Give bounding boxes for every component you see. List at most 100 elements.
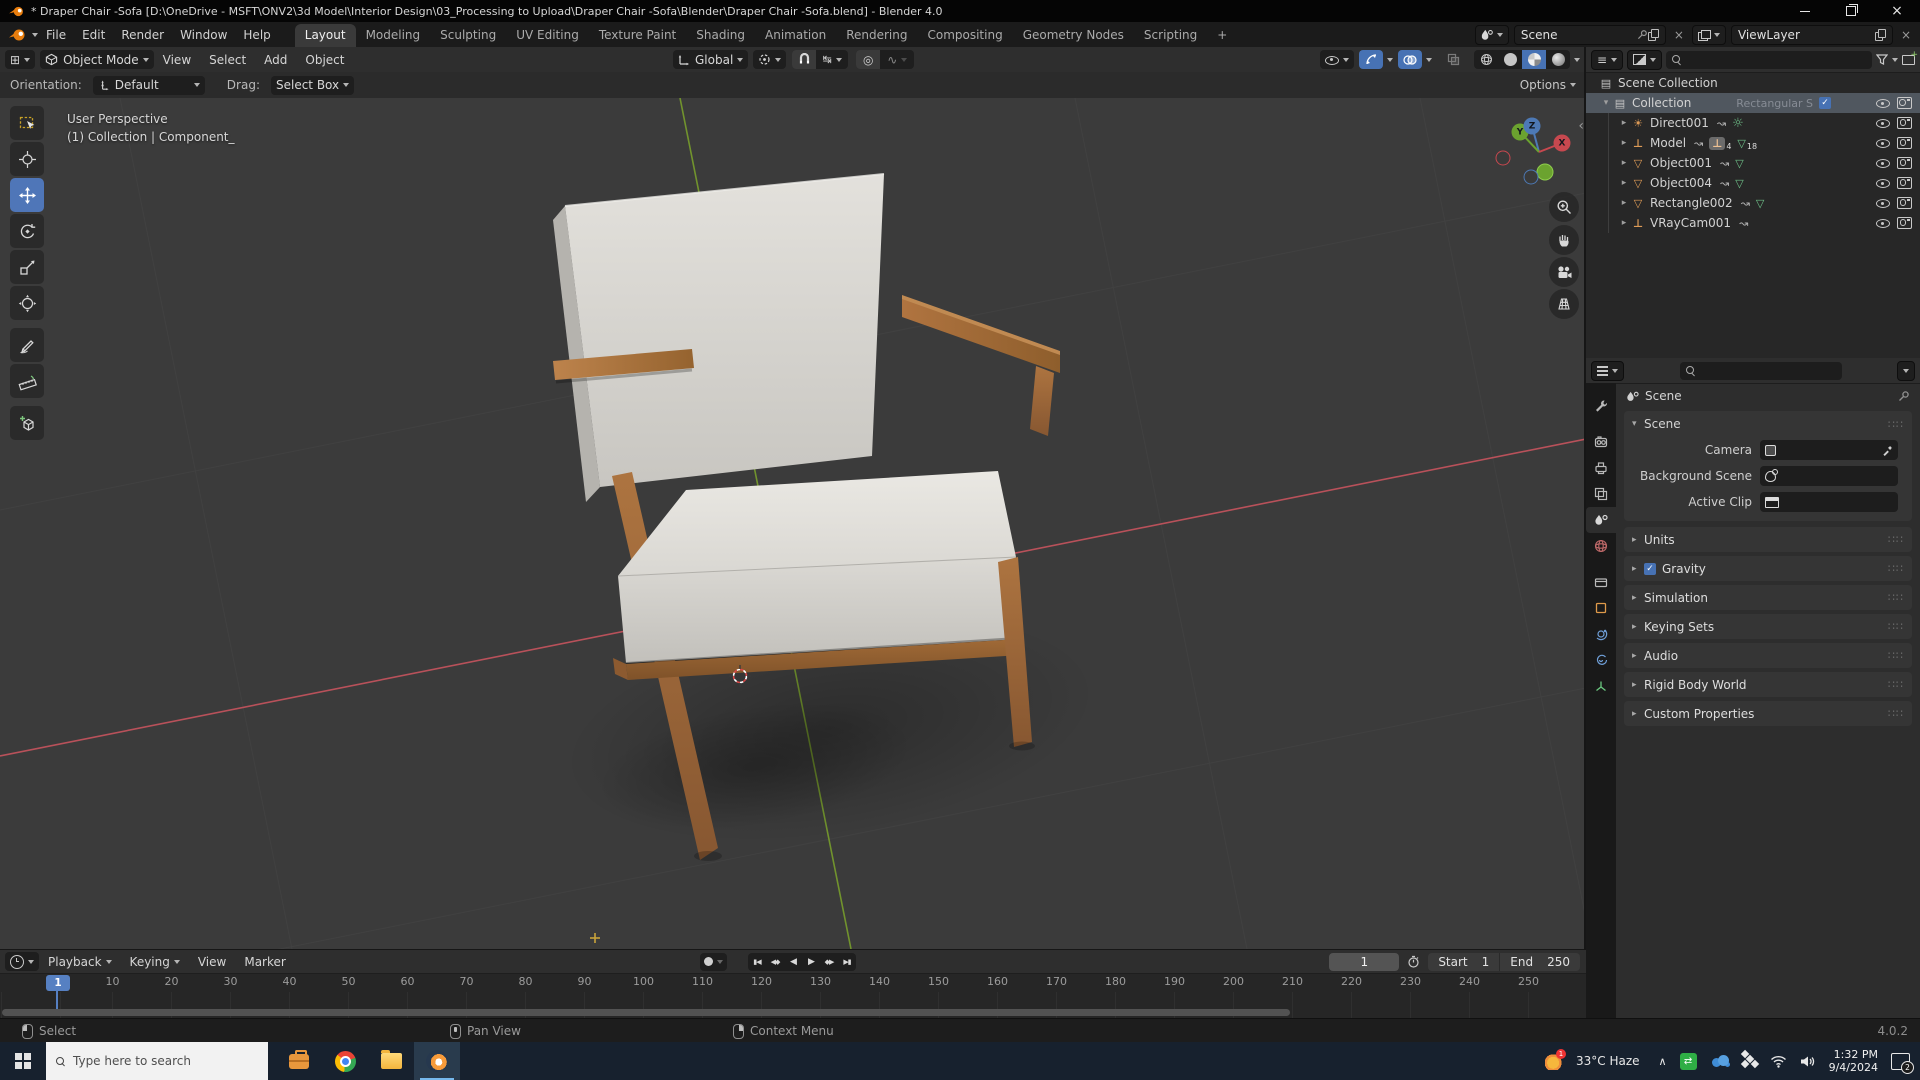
outliner-row[interactable]: ▸ VRayCam001 ↝ xyxy=(1586,213,1920,233)
properties-panel-header[interactable]: ▸ Keying Sets ∷∷ xyxy=(1624,614,1912,639)
properties-tab-scene[interactable] xyxy=(1586,507,1616,533)
falloff-dropdown[interactable]: ∿ xyxy=(880,50,914,69)
workspace-tab[interactable]: Layout xyxy=(294,24,356,47)
current-frame-field[interactable]: 1 xyxy=(1329,952,1400,971)
properties-panel-header[interactable]: ▸ Rigid Body World ∷∷ xyxy=(1624,672,1912,697)
weather-icon[interactable]: 1 xyxy=(1545,1049,1566,1070)
outliner-search-input[interactable] xyxy=(1666,50,1872,69)
disclosure-triangle-icon[interactable]: ▸ xyxy=(1618,138,1630,148)
menu-item[interactable]: File xyxy=(38,25,74,45)
workspace-tab[interactable]: Texture Paint xyxy=(589,24,686,47)
viewport-menu-item[interactable]: Add xyxy=(255,53,296,67)
properties-tab-physics[interactable] xyxy=(1586,621,1616,647)
navigation-gizmo[interactable]: Y Z X xyxy=(1488,110,1580,192)
properties-panel-header[interactable]: ▸ Simulation ∷∷ xyxy=(1624,585,1912,610)
hide-viewport-eye-icon[interactable] xyxy=(1876,157,1890,169)
start-button[interactable] xyxy=(0,1042,46,1080)
panel-drag-handle[interactable]: ∷∷ xyxy=(1888,620,1904,633)
panel-drag-handle[interactable]: ∷∷ xyxy=(1888,649,1904,662)
disclosure-triangle-icon[interactable]: ▸ xyxy=(1618,198,1630,208)
outliner-row[interactable]: ▸ Rectangle002 ↝ xyxy=(1586,193,1920,213)
remove-view-layer-icon[interactable]: × xyxy=(1898,29,1914,41)
workspace-tab[interactable]: Sculpting xyxy=(430,24,506,47)
pan-button[interactable] xyxy=(1549,225,1579,255)
hide-viewport-eye-icon[interactable] xyxy=(1876,197,1890,209)
viewport-menu-item[interactable]: Object xyxy=(296,53,353,67)
copy-icon[interactable] xyxy=(1874,28,1886,41)
panel-drag-handle[interactable]: ∷∷ xyxy=(1888,533,1904,546)
panel-checkbox[interactable]: ✓ xyxy=(1644,562,1656,575)
disclosure-triangle-icon[interactable]: ▸ xyxy=(1618,158,1630,168)
editor-type-button[interactable]: ⊞ xyxy=(5,50,36,69)
shading-material-button[interactable] xyxy=(1522,50,1546,69)
tool-annotate[interactable] xyxy=(10,328,44,362)
stopwatch-icon[interactable] xyxy=(1407,955,1420,968)
timeline-editor-type[interactable] xyxy=(5,952,39,971)
camera-view-button[interactable] xyxy=(1549,257,1579,287)
properties-search-input[interactable] xyxy=(1679,361,1842,380)
hide-viewport-eye-icon[interactable] xyxy=(1876,217,1890,229)
taskbar-app-blender[interactable] xyxy=(414,1042,460,1080)
properties-panel-header[interactable]: ▸ ✓ Gravity ∷∷ xyxy=(1624,556,1912,581)
3d-viewport[interactable]: User Perspective (1) Collection | Compon… xyxy=(0,98,1586,949)
properties-tab-world[interactable] xyxy=(1586,533,1616,559)
properties-tab-view-layer[interactable] xyxy=(1586,481,1616,507)
taskbar-app-chrome[interactable] xyxy=(322,1042,368,1080)
xray-toggle[interactable] xyxy=(1441,50,1465,69)
property-field[interactable] xyxy=(1760,492,1898,512)
start-frame-field[interactable]: Start 1 xyxy=(1428,955,1499,969)
hide-viewport-eye-icon[interactable] xyxy=(1876,137,1890,149)
outliner-row[interactable]: Scene Collection xyxy=(1586,73,1920,93)
frame-ruler[interactable]: 10 20 30 40 50 60 70 80 90 100 110 120 130 140 150 160 1… xyxy=(83,973,1558,992)
minimize-button[interactable] xyxy=(1782,0,1828,22)
transport-button[interactable] xyxy=(820,953,838,971)
transport-button[interactable] xyxy=(748,953,766,971)
outliner-row[interactable]: ▸ Direct001 ↝ xyxy=(1586,113,1920,133)
disable-render-camera-icon[interactable] xyxy=(1897,137,1912,149)
panel-drag-handle[interactable]: ∷∷ xyxy=(1888,562,1904,575)
outliner-row[interactable]: ▸ Object004 ↝ xyxy=(1586,173,1920,193)
transport-button[interactable] xyxy=(838,953,856,971)
properties-panel-header[interactable]: ▸ Custom Properties ∷∷ xyxy=(1624,701,1912,726)
properties-tab-render[interactable] xyxy=(1586,429,1616,455)
playhead[interactable]: 1 xyxy=(46,975,70,991)
taskbar-app-briefcase[interactable] xyxy=(276,1042,322,1080)
gizmo-z-axis[interactable]: Z xyxy=(1523,117,1541,135)
timeline-menu-item[interactable]: Marker xyxy=(235,955,294,969)
overlays-toggle[interactable] xyxy=(1398,50,1422,69)
outliner-filter-dropdown[interactable] xyxy=(1876,54,1898,65)
disclosure-triangle-icon[interactable]: ▸ xyxy=(1618,218,1630,228)
eyedropper-icon[interactable] xyxy=(1882,445,1893,456)
viewport-menu-item[interactable]: View xyxy=(154,53,200,67)
hide-viewport-eye-icon[interactable] xyxy=(1876,117,1890,129)
panel-drag-handle[interactable]: ∷∷ xyxy=(1888,591,1904,604)
auto-key-button[interactable] xyxy=(700,952,727,971)
outliner-row[interactable]: ▾ Collection Rectangular S ✓ xyxy=(1586,93,1920,113)
gizmos-toggle[interactable] xyxy=(1359,50,1383,69)
outliner-display-mode[interactable]: ≡ xyxy=(1591,49,1624,70)
properties-panel-header[interactable]: ▸ Units ∷∷ xyxy=(1624,527,1912,552)
workspace-tab[interactable]: Modeling xyxy=(356,24,431,47)
onedrive-icon[interactable] xyxy=(1710,1055,1730,1067)
properties-editor-type[interactable] xyxy=(1591,360,1624,381)
workspace-tab[interactable]: Shading xyxy=(686,24,755,47)
disclosure-triangle-icon[interactable]: ▸ xyxy=(1618,178,1630,188)
tool-select-box[interactable] xyxy=(10,106,44,140)
tool-rotate[interactable] xyxy=(10,214,44,248)
menu-item[interactable]: Window xyxy=(172,25,235,45)
tool-scale[interactable] xyxy=(10,250,44,284)
collection-checkbox[interactable]: ✓ xyxy=(1819,97,1832,109)
properties-tab-object-data[interactable] xyxy=(1586,673,1616,699)
taskbar-search-input[interactable]: Type here to search xyxy=(46,1042,268,1080)
disable-render-camera-icon[interactable] xyxy=(1897,197,1912,209)
timeline-menu-item[interactable]: View xyxy=(189,955,235,969)
drag-value-dropdown[interactable]: Select Box xyxy=(270,75,355,95)
scene-name-field[interactable]: Scene xyxy=(1513,24,1666,45)
properties-options-dropdown[interactable] xyxy=(1897,360,1915,381)
disclosure-triangle-icon[interactable]: ▾ xyxy=(1600,98,1612,108)
pin-icon[interactable] xyxy=(1898,390,1910,402)
end-frame-field[interactable]: End 250 xyxy=(1500,955,1580,969)
scene-panel-header[interactable]: ▾ Scene ∷∷ xyxy=(1624,411,1912,437)
close-button[interactable]: × xyxy=(1874,0,1920,22)
outliner-row[interactable]: ▸ Model ↝ 4 18 xyxy=(1586,133,1920,153)
